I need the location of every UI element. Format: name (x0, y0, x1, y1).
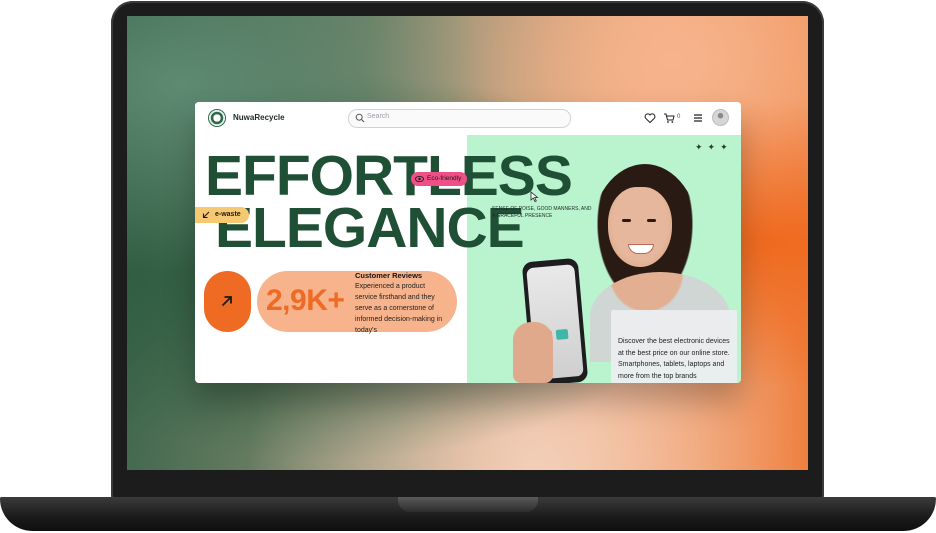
search-icon (355, 113, 365, 123)
model-eye (647, 219, 656, 222)
search-input[interactable]: Search (367, 113, 389, 120)
reviews-description: Experienced a product service firsthand … (355, 283, 443, 334)
heart-icon[interactable] (644, 112, 656, 124)
hero-headline: EFFORTLESS ELEGANCE (205, 144, 573, 257)
cart-count: 0 (677, 114, 681, 120)
brand-name[interactable]: NuwaRecycle (233, 113, 285, 122)
eye-icon (415, 175, 424, 183)
eco-friendly-chip[interactable]: Eco-friendly (411, 172, 468, 186)
explore-arrow-button[interactable] (204, 271, 251, 332)
promo-text: Discover the best electronic devices at … (618, 338, 730, 380)
top-nav: NuwaRecycle Search 0 (195, 102, 741, 135)
hand-illustration (513, 322, 553, 383)
e-waste-chip[interactable]: e-waste (195, 207, 249, 223)
menu-icon[interactable] (692, 112, 704, 124)
promo-card: Discover the best electronic devices at … (611, 310, 737, 383)
reviews-title: Customer Reviews (355, 271, 423, 280)
arrow-down-left-icon (202, 211, 210, 219)
e-waste-label: e-waste (215, 211, 241, 218)
cart-icon[interactable] (663, 112, 675, 124)
eco-friendly-label: Eco-friendly (427, 175, 462, 182)
webpage: NuwaRecycle Search 0 ✦✦✦ EFFORTLESS ELEG… (195, 102, 741, 383)
cursor-icon (530, 191, 539, 202)
hero-tagline: SENSE OF POISE, GOOD MANNERS, AND A GRAC… (492, 206, 592, 219)
model-face (608, 187, 672, 267)
logo-icon[interactable] (208, 109, 226, 127)
headline-line-1: EFFORTLESS (205, 144, 573, 208)
reviews-count: 2,9K+ (266, 284, 345, 317)
sparkle-icons: ✦✦✦ (695, 142, 733, 152)
search-bar[interactable]: Search (348, 109, 571, 128)
laptop-notch (398, 497, 538, 512)
model-eye (622, 219, 631, 222)
arrow-up-right-icon (221, 296, 232, 307)
avatar[interactable] (712, 109, 729, 126)
phone-app-icon (555, 328, 569, 340)
